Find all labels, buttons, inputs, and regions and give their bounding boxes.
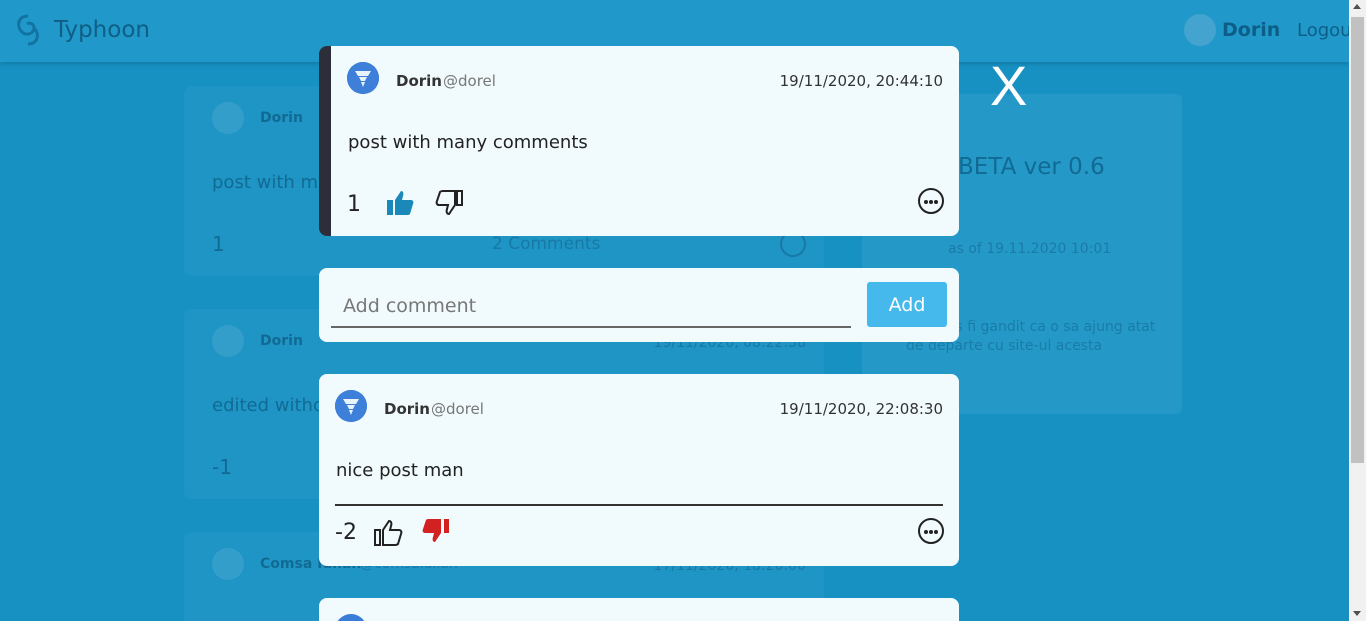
comment-input[interactable] [331,286,851,328]
post-score: 1 [347,192,361,217]
post-author-handle[interactable]: @dorel [443,72,496,90]
thumbs-up-filled-icon [387,191,414,215]
expanded-post-card: Dorin @dorel 19/11/2020, 20:44:10 post w… [319,46,959,236]
scroll-up-arrow-icon[interactable] [1353,4,1361,9]
divider [335,504,943,506]
post-author-name[interactable]: Dorin [396,72,442,90]
tornado-avatar-icon [335,390,367,422]
add-comment-button[interactable]: Add [867,282,947,327]
dislike-button[interactable] [435,188,465,218]
avatar[interactable] [347,62,379,94]
thumbs-down-filled-icon [422,519,449,542]
scroll-down-arrow-icon[interactable] [1353,611,1361,616]
comment-card [319,598,959,621]
scroll-thumb[interactable] [1351,17,1364,463]
dislike-button[interactable] [421,516,451,546]
post-date: 19/11/2020, 20:44:10 [779,72,943,90]
close-modal-button[interactable]: X [990,58,1027,114]
add-comment-form: Add [319,268,959,342]
comment-date: 19/11/2020, 22:08:30 [779,400,943,418]
comment-text: nice post man [336,460,464,481]
like-button[interactable] [385,188,415,218]
thumbs-down-outline-icon [435,190,463,216]
comment-score: -2 [335,520,357,545]
thumbs-up-outline-icon [374,519,403,546]
avatar[interactable] [335,390,367,422]
like-button[interactable] [373,518,403,548]
more-options-icon[interactable] [918,188,944,214]
comment-author-handle[interactable]: @dorel [431,400,484,418]
more-options-icon[interactable] [918,518,944,544]
post-text: post with many comments [348,132,588,153]
page-scrollbar[interactable] [1349,0,1366,621]
comment-author-name[interactable]: Dorin [384,400,430,418]
tornado-avatar-icon [347,62,379,94]
comment-card: Dorin @dorel 19/11/2020, 22:08:30 nice p… [319,374,959,566]
avatar[interactable] [335,614,367,621]
